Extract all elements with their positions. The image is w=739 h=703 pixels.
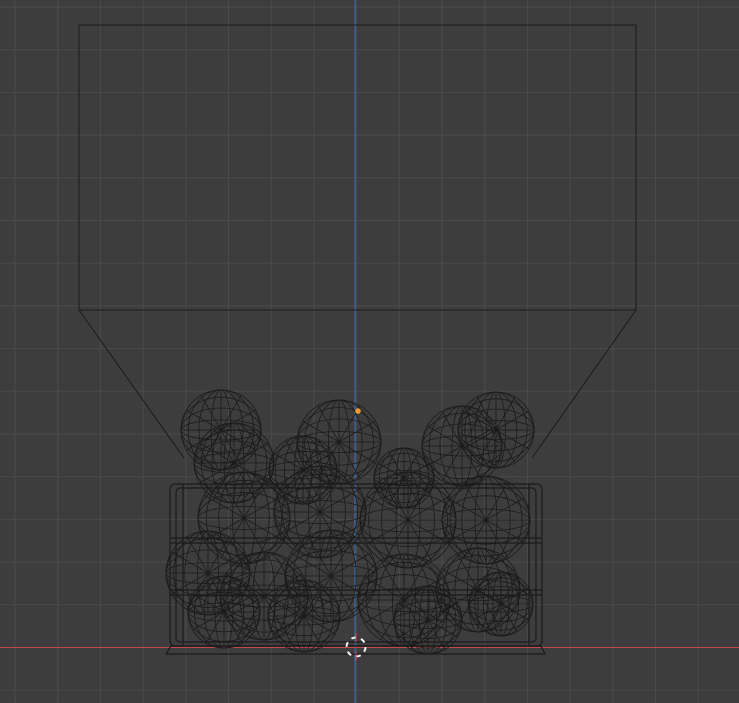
hopper-wireframe-icon[interactable] <box>78 24 637 459</box>
sphere-wireframe-icon[interactable] <box>165 389 535 655</box>
wireframe-ball[interactable] <box>187 575 261 649</box>
wireframe-ball[interactable] <box>296 399 382 485</box>
3d-viewport[interactable] <box>0 0 739 703</box>
floor-grid <box>0 0 739 703</box>
wireframe-ball[interactable] <box>267 579 341 653</box>
wireframe-ball[interactable] <box>180 389 262 471</box>
wireframe-ball[interactable] <box>373 447 435 509</box>
wireframe-ball[interactable] <box>273 465 367 559</box>
wireframe-ball[interactable] <box>457 391 535 469</box>
viewport-canvas[interactable] <box>0 0 739 703</box>
wireframe-ball[interactable] <box>393 585 463 655</box>
wireframe-ball[interactable] <box>468 571 534 637</box>
object-origin-icon[interactable] <box>355 408 361 414</box>
wireframe-ball[interactable] <box>193 422 275 504</box>
